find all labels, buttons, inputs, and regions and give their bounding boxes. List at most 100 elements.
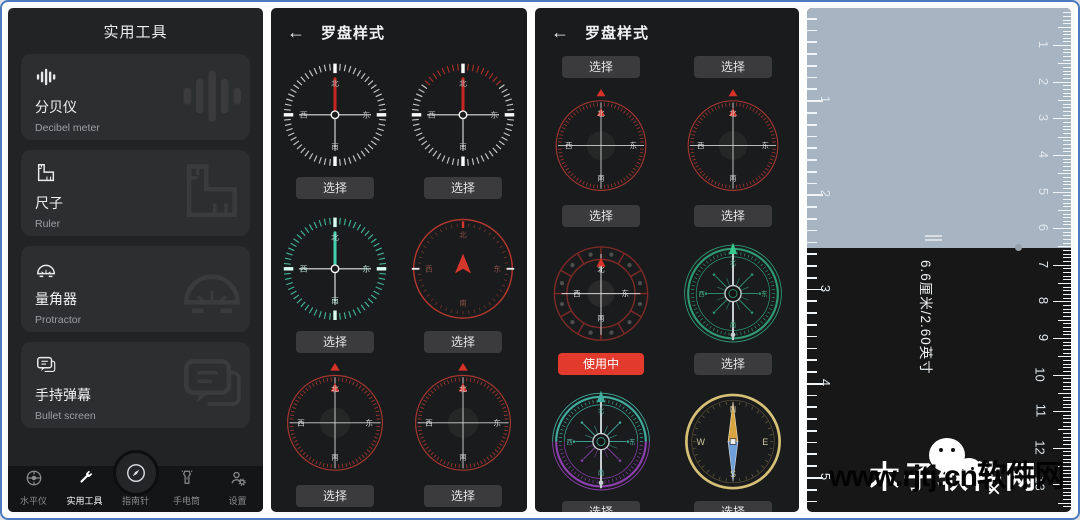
select-button[interactable]: 选择 — [694, 501, 772, 512]
svg-text:东: 东 — [493, 418, 501, 428]
measurement-value: 6.6厘米/2.60英寸 — [918, 260, 933, 375]
close-icon[interactable]: × — [987, 476, 1001, 504]
svg-text:西: 西 — [300, 111, 308, 120]
svg-text:西: 西 — [573, 290, 580, 298]
select-button[interactable]: 选择 — [562, 501, 640, 512]
svg-text:南: 南 — [459, 141, 467, 151]
compass-cell: 北东南 西选择 — [681, 234, 785, 375]
compass-style-screen-2: ← 罗盘样式 选择 选择北东南西选择北东南西选择北东南西使用中北东南西选择北东南西… — [535, 8, 799, 512]
svg-text:北: 北 — [459, 230, 467, 239]
select-button[interactable]: 选择 — [424, 331, 502, 353]
select-button[interactable]: 选择 — [562, 56, 640, 78]
cm-label: 1 — [1035, 40, 1051, 49]
nav-item-flashlight[interactable]: 手电筒 — [161, 466, 212, 512]
back-arrow-icon[interactable]: ← — [287, 23, 305, 41]
svg-text:东: 东 — [493, 264, 501, 274]
svg-text:东: 东 — [362, 264, 370, 274]
svg-text:西: 西 — [698, 290, 704, 298]
select-button[interactable]: 选择 — [424, 485, 502, 507]
compass-row-3: 北东南 西选择 北东南 西选择 — [271, 360, 527, 507]
svg-text:南: 南 — [331, 141, 339, 151]
compass-row-2: 北东南 西选择 北东南 西选择 — [271, 206, 527, 353]
svg-text:南: 南 — [729, 173, 736, 182]
back-arrow-icon[interactable]: ← — [551, 23, 569, 41]
nav-item-level[interactable]: 水平仪 — [8, 466, 59, 512]
svg-text:东: 东 — [622, 289, 629, 298]
svg-text:东: 东 — [365, 418, 373, 428]
select-button[interactable]: 选择 — [296, 177, 374, 199]
compass-preview-ringcross: 北东南 西 — [408, 360, 518, 483]
compass-preview-teal: 北东南 西 — [280, 206, 390, 329]
cm-label: 8 — [1035, 297, 1051, 305]
page-title: 罗盘样式 — [585, 24, 650, 42]
svg-text:E: E — [762, 437, 768, 447]
select-button[interactable]: 选择 — [296, 485, 374, 507]
compass-preview-wheel: 北东南 西 — [549, 234, 653, 351]
compass-cell: 北东南 西选择 — [408, 360, 518, 507]
page-title: 罗盘样式 — [321, 24, 386, 42]
compass-preview-ringcross: 北东南 西 — [280, 360, 390, 483]
svg-text:东: 东 — [630, 141, 637, 150]
drag-handle[interactable] — [925, 235, 942, 242]
cm-label: 4 — [1035, 150, 1051, 159]
svg-text:北: 北 — [729, 110, 736, 118]
compass-row-2: 北东南 西使用中 北东南 西选择 — [535, 234, 799, 375]
tool-card-2[interactable]: 尺子 Ruler — [21, 150, 250, 236]
bottom-nav: 水平仪 实用工具 指南针 手电筒 设置 — [8, 450, 263, 512]
select-button[interactable]: 选择 — [424, 177, 502, 199]
bullet-screen-icon-ghost — [178, 350, 246, 428]
compass-cell: 北东南 西使用中 — [549, 234, 653, 375]
header: ← 罗盘样式 — [535, 8, 799, 52]
wrench-icon — [76, 469, 94, 492]
select-button[interactable]: 选择 — [562, 205, 640, 227]
tool-card-3[interactable]: 量角器 Protractor — [21, 246, 250, 332]
svg-text:北: 北 — [459, 384, 467, 393]
header: ← 罗盘样式 — [271, 8, 527, 52]
svg-text:南: 南 — [597, 313, 604, 322]
cm-label: 7 — [1035, 260, 1051, 268]
compass-style-screen-1: ← 罗盘样式 北东南西选择北东南西选择北东南西选择北东南西选择北东南西选择北东南… — [271, 8, 527, 512]
compass-row-1: 北东南 西选择 北东南 西选择 — [271, 52, 527, 199]
select-button[interactable]: 选择 — [694, 353, 772, 375]
svg-text:西: 西 — [425, 419, 433, 428]
nav-label: 实用工具 — [66, 496, 103, 506]
compass-preview-ornatepurple: 北东南 西 — [549, 382, 653, 499]
nav-label: 手电筒 — [172, 496, 200, 506]
select-button[interactable]: 选择 — [296, 331, 374, 353]
nav-label: 设置 — [228, 496, 247, 506]
compass-cell: 北东南 西选择 — [408, 206, 518, 353]
compass-cell: 北东南 西选择 — [681, 86, 785, 227]
watermark-url: www.rjtj.cn软件网 — [829, 460, 1065, 493]
flashlight-icon — [178, 469, 196, 492]
svg-text:S: S — [730, 469, 736, 479]
select-button[interactable]: 选择 — [694, 56, 772, 78]
protractor-icon-ghost — [178, 254, 246, 332]
partial-button-row: 选择 选择 — [535, 54, 799, 78]
svg-text:北: 北 — [331, 233, 339, 242]
tools-list: 分贝仪 Decibel meter 尺子 Ruler 量角器 Protractor 手… — [8, 54, 263, 428]
decibel-icon-ghost — [178, 62, 246, 140]
svg-text:N: N — [730, 405, 736, 415]
compass-row-1: 北东南 西选择 北东南 西选择 — [535, 86, 799, 227]
svg-text:南: 南 — [598, 468, 604, 477]
select-button[interactable]: 选择 — [694, 205, 772, 227]
compass-cell: 北东南 西选择 — [408, 52, 518, 199]
divider-dot[interactable] — [1015, 244, 1022, 251]
tool-card-1[interactable]: 分贝仪 Decibel meter — [21, 54, 250, 140]
svg-text:东: 东 — [761, 289, 767, 298]
compass-cell: N E S W 选择 — [681, 382, 785, 512]
compass-cell: 北东南 西选择 — [549, 86, 653, 227]
in-use-button[interactable]: 使用中 — [558, 353, 644, 375]
nav-item-settings[interactable]: 设置 — [212, 466, 263, 512]
tool-card-4[interactable]: 手持弹幕 Bullet screen — [21, 342, 250, 428]
compass-grid: 北东南西选择北东南西选择北东南西选择北东南西选择北东南西选择北东南西选择北东南西… — [271, 52, 527, 512]
cm-label: 6 — [1035, 223, 1051, 232]
compass-cell: 北东南 西选择 — [280, 206, 390, 353]
svg-text:西: 西 — [697, 142, 704, 150]
nav-item-wrench[interactable]: 实用工具 — [59, 466, 110, 512]
compass-preview-ringcross: 北东南 西 — [681, 86, 785, 203]
cm-label: 2 — [1035, 77, 1051, 85]
nav-item-compass[interactable]: 指南针 — [110, 450, 161, 512]
compass-grid: 选择 选择北东南西选择北东南西选择北东南西使用中北东南西选择北东南西选择 N E S W 选… — [535, 54, 799, 512]
cm-label: 9 — [1035, 333, 1051, 342]
